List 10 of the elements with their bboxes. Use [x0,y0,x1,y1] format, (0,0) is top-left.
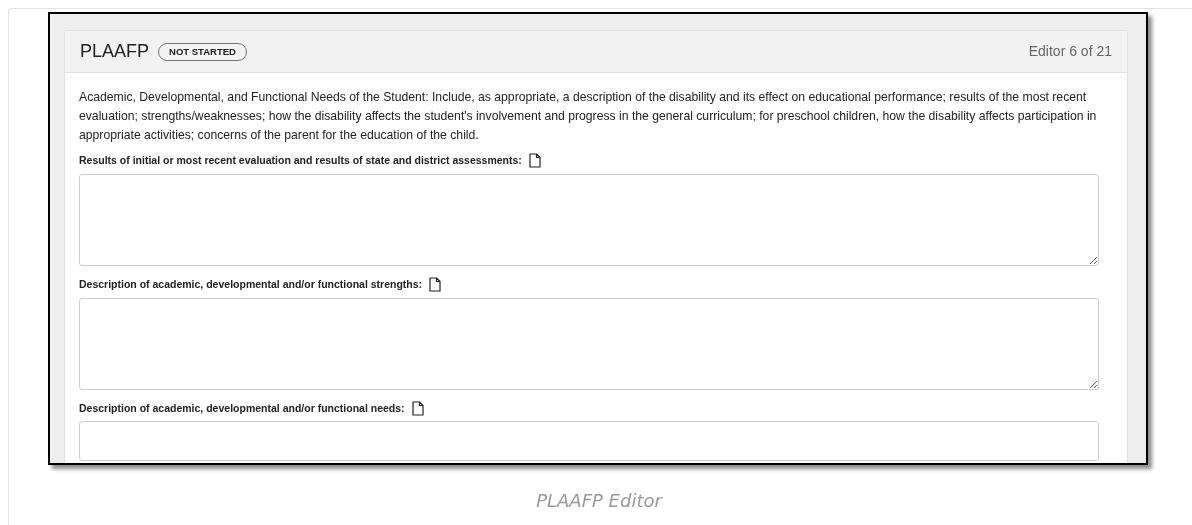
document-icon[interactable] [429,277,442,293]
field-label: Description of academic, developmental and/or functional needs: [79,400,405,416]
field-label: Description of academic, developmental and/or functional strengths: [79,276,423,292]
field-label: Results of initial or most recent evaluation and results of state and district assessments: [79,153,522,168]
document-icon[interactable] [411,400,424,416]
editor-counter: Editor 6 of 21 [1028,42,1112,61]
document-icon[interactable] [528,153,541,169]
caption: PLAAFP Editor [536,489,662,513]
editor-title: PLAAFP [80,40,150,63]
description-text: Academic, Developmental, and Functional Needs of the Student: Include, as appropriate, a description of the disability and its effect on educational performance; results of the most recent evaluation; strengths/weaknesses; how the disability affects the student's involvement and progress in the general curriculum; for preschool children, how the disability affects participation in appropriate activities; concerns of the parent for the education of the child. [79,89,1098,144]
